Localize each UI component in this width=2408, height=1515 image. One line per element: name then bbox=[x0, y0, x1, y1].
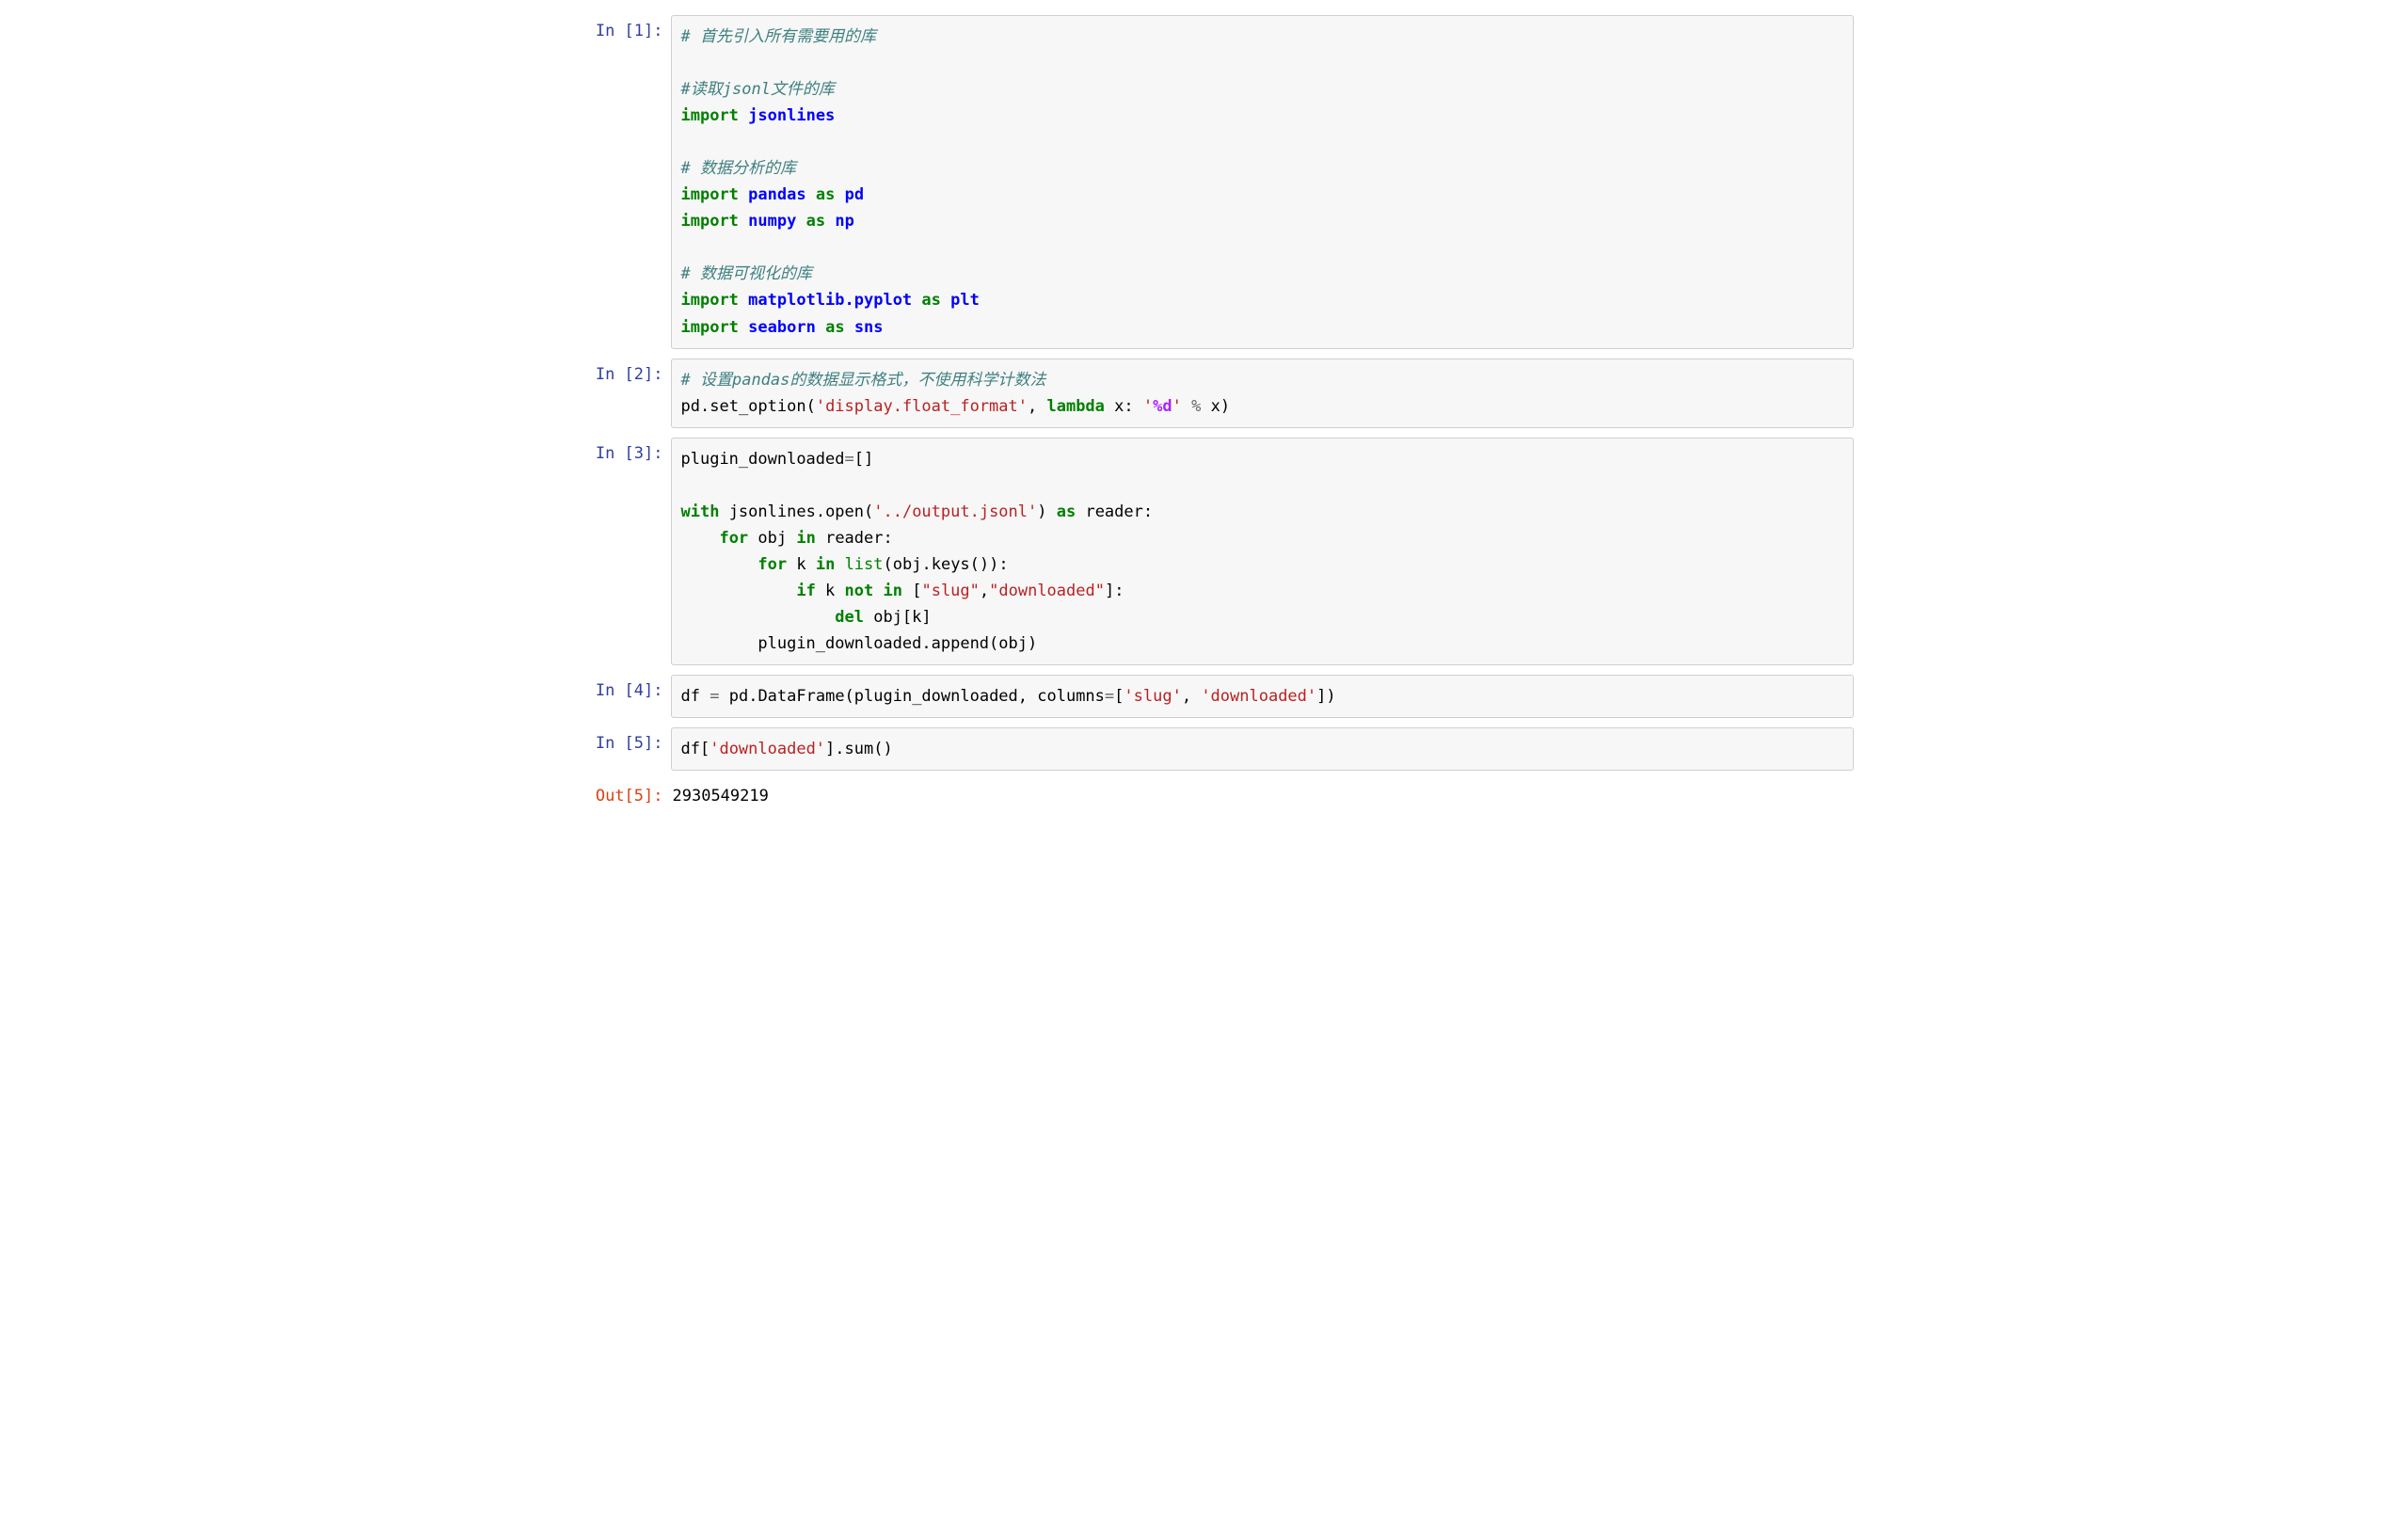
code-input-area[interactable]: df = pd.DataFrame(plugin_downloaded, col… bbox=[671, 675, 1854, 718]
code-content: # 设置pandas的数据显示格式，不使用科学计数法 pd.set_option… bbox=[681, 367, 1843, 420]
code-input-area[interactable]: df['downloaded'].sum() bbox=[671, 727, 1854, 771]
notebook: In [1]: # 首先引入所有需要用的库 #读取jsonl文件的库 import… bbox=[555, 0, 1854, 854]
output-prompt: Out[5]: bbox=[555, 780, 671, 805]
code-cell: In [3]: plugin_downloaded=[] with jsonlin… bbox=[555, 436, 1854, 667]
code-input-area[interactable]: # 设置pandas的数据显示格式，不使用科学计数法 pd.set_option… bbox=[671, 359, 1854, 428]
input-prompt: In [5]: bbox=[555, 727, 671, 753]
code-content: # 首先引入所有需要用的库 #读取jsonl文件的库 import jsonli… bbox=[681, 24, 1843, 341]
code-input-area[interactable]: plugin_downloaded=[] with jsonlines.open… bbox=[671, 438, 1854, 665]
input-prompt: In [2]: bbox=[555, 359, 671, 384]
output-area: 2930549219 bbox=[671, 780, 1854, 809]
code-content: plugin_downloaded=[] with jsonlines.open… bbox=[681, 446, 1843, 657]
code-cell: In [4]: df = pd.DataFrame(plugin_download… bbox=[555, 673, 1854, 720]
input-prompt: In [3]: bbox=[555, 438, 671, 463]
code-input-area[interactable]: # 首先引入所有需要用的库 #读取jsonl文件的库 import jsonli… bbox=[671, 15, 1854, 349]
code-cell: In [2]: # 设置pandas的数据显示格式，不使用科学计数法 pd.set… bbox=[555, 357, 1854, 430]
input-prompt: In [4]: bbox=[555, 675, 671, 700]
code-cell: In [1]: # 首先引入所有需要用的库 #读取jsonl文件的库 import… bbox=[555, 13, 1854, 351]
code-content: df['downloaded'].sum() bbox=[681, 736, 1843, 762]
output-cell: Out[5]:2930549219 bbox=[555, 778, 1854, 811]
code-content: df = pd.DataFrame(plugin_downloaded, col… bbox=[681, 683, 1843, 710]
code-cell: In [5]: df['downloaded'].sum() bbox=[555, 726, 1854, 773]
output-text: 2930549219 bbox=[673, 787, 769, 805]
input-prompt: In [1]: bbox=[555, 15, 671, 40]
